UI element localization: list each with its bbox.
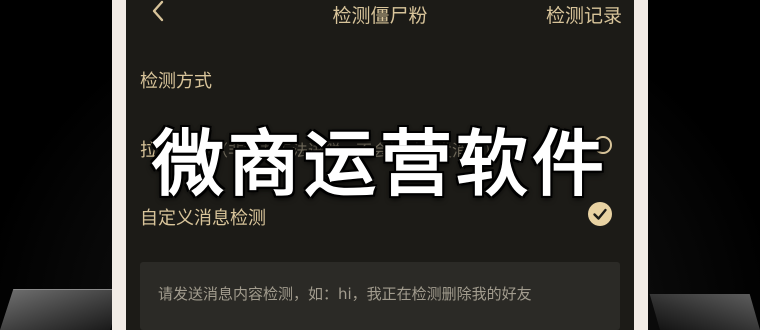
message-placeholder: 请发送消息内容检测，如：hi，我正在检测删除我的好友: [158, 285, 532, 303]
detection-records-link[interactable]: 检测记录: [546, 1, 622, 28]
message-input[interactable]: 请发送消息内容检测，如：hi，我正在检测删除我的好友: [140, 262, 620, 330]
background-object-right: [649, 294, 760, 330]
nav-bar: 检测僵尸粉 检测记录: [126, 0, 634, 30]
background-object-left: [0, 289, 124, 330]
overlay-caption: 微商运营软件: [151, 122, 608, 206]
video-frame: 检测僵尸粉 检测记录 检测方式 拉群检测（非好友无法进群，不会给对方发消息） 自…: [0, 0, 760, 330]
detection-method-heading: 检测方式: [140, 71, 212, 92]
